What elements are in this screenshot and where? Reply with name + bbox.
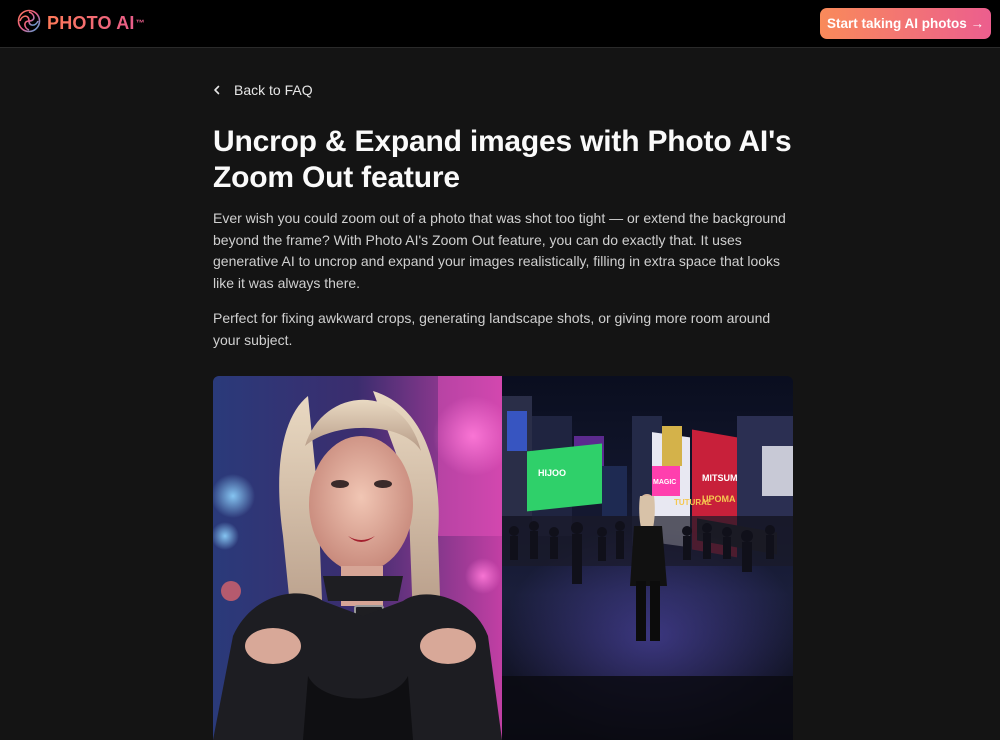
- start-taking-photos-button[interactable]: Start taking AI photos →: [820, 8, 991, 39]
- back-to-faq-link[interactable]: Back to FAQ: [212, 80, 313, 100]
- original-portrait-image: [213, 376, 502, 740]
- article-second-paragraph: Perfect for fixing awkward crops, genera…: [213, 310, 771, 348]
- chevron-left-icon: [212, 82, 234, 98]
- before-after-gallery: MITSUMA UPOMA TUTURAL HIJOO MAGIC: [213, 376, 793, 740]
- article-title: Uncrop & Expand images with Photo AI's Z…: [213, 125, 792, 194]
- billboard-hijoo: HIJOO: [538, 468, 566, 478]
- billboard-tutural: TUTURAL: [674, 498, 712, 507]
- zoomed-out-image: MITSUMA UPOMA TUTURAL HIJOO MAGIC: [502, 376, 793, 740]
- article-intro-paragraph: Ever wish you could zoom out of a photo …: [213, 210, 786, 291]
- brand-swirl-icon: [17, 9, 41, 38]
- brand-name: PHOTO AI: [47, 12, 135, 33]
- brand-trademark: ™: [135, 18, 145, 28]
- brand-logo-link[interactable]: PHOTO AI ™: [17, 9, 145, 38]
- billboard-magic: MAGIC: [653, 479, 676, 486]
- back-link-label: Back to FAQ: [234, 82, 313, 98]
- top-navigation-bar: PHOTO AI ™ Start taking AI photos →: [0, 0, 1000, 48]
